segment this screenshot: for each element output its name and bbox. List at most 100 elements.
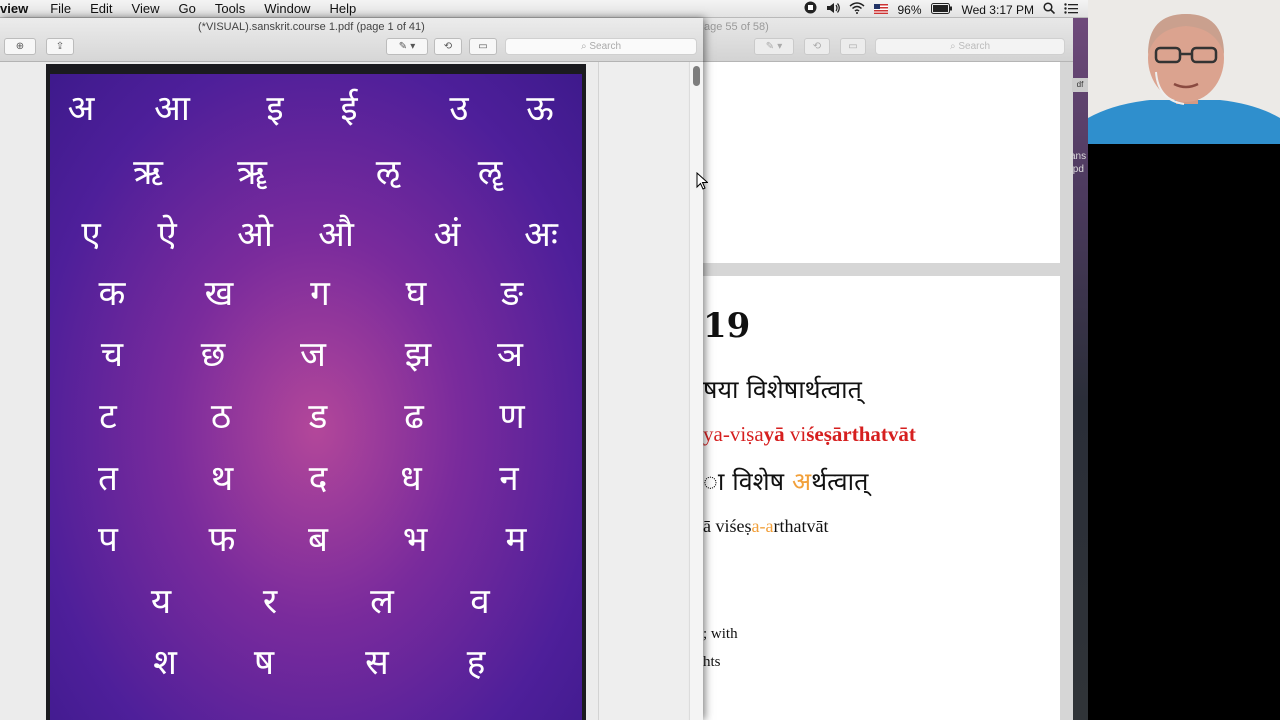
markup-button[interactable]: ✎ ▾: [754, 38, 794, 55]
desktop-file-name-1: ans: [1070, 151, 1087, 162]
battery-percent[interactable]: 96%: [897, 2, 921, 18]
devanagari-letter: ख: [204, 274, 234, 314]
rotate-button[interactable]: ⟲: [434, 38, 462, 55]
devanagari-letter: त: [98, 459, 118, 499]
devanagari-letter: ग: [310, 274, 330, 314]
zoom-in-icon: ⊕: [15, 41, 25, 52]
desktop-file-label[interactable]: df ans .pd: [1070, 78, 1088, 176]
sutra-devanagari: षया विशेषार्थत्वात्: [703, 375, 862, 404]
screen-record-icon[interactable]: [804, 1, 817, 18]
devanagari-letter: घ: [405, 274, 427, 314]
devanagari-letter: ट: [99, 397, 117, 437]
menu-app-name[interactable]: view: [0, 1, 28, 17]
devanagari-letter: श: [153, 643, 177, 683]
devanagari-letter: झ: [404, 335, 432, 375]
back-preview-window[interactable]: age 55 of 58) ✎ ▾ ⟲ ▭ ⌕ Search 19 षया वि…: [700, 18, 1073, 720]
translit-bold: śeṣārthatvāt: [806, 422, 916, 446]
devanagari-letter: ज: [300, 335, 326, 375]
toolbox-button[interactable]: ▭: [469, 38, 497, 55]
pdf-page-previous: [703, 62, 1060, 263]
devanagari-letter: अ: [67, 89, 95, 129]
document-view[interactable]: अ आ इ ई उ ऊ ऋ ॠ ऌ ॡ ए ऐ ओ औ अं अः क ख ग घ ङ च छ ज झ ञ ट ठ ड ढ ण त थ द ध न प फ…: [0, 62, 703, 720]
devanagari-letter: क: [98, 274, 126, 314]
zoom-in-button[interactable]: ⊕: [4, 38, 36, 55]
menu-window[interactable]: Window: [264, 1, 310, 17]
devanagari-letter: ए: [81, 215, 101, 255]
devanagari-letter: ओ: [237, 215, 273, 255]
front-search-field[interactable]: ⌕ Search: [505, 38, 697, 55]
rotate-icon: ⟲: [812, 41, 822, 52]
devanagari-letter: न: [499, 459, 519, 499]
devanagari-letter: प: [98, 520, 118, 560]
spotlight-search-icon[interactable]: [1043, 1, 1056, 18]
devanagari-letter: ढ: [404, 397, 424, 437]
devanagari-letter: ष: [253, 643, 275, 683]
menu-file[interactable]: File: [50, 1, 71, 17]
scrollbar-thumb[interactable]: [693, 66, 700, 86]
devanagari-letter: ऊ: [526, 89, 554, 129]
wifi-icon[interactable]: [849, 1, 865, 18]
split-translit-highlight: a-a: [751, 516, 774, 536]
devanagari-letter: ई: [340, 89, 358, 129]
devanagari-letter: थ: [210, 459, 234, 499]
front-search-placeholder: Search: [589, 41, 622, 52]
toolbox-button[interactable]: ▭: [840, 38, 866, 55]
devanagari-letter: भ: [402, 520, 428, 560]
battery-icon[interactable]: [930, 2, 953, 18]
back-search-field[interactable]: ⌕ Search: [875, 38, 1065, 55]
pen-icon: ✎ ▾: [398, 41, 416, 52]
menu-edit[interactable]: Edit: [90, 1, 112, 17]
menu-tools[interactable]: Tools: [215, 1, 245, 17]
webcam-black-area: [1088, 144, 1280, 720]
split-translit-part: rthatvāt: [773, 516, 829, 536]
mouse-cursor-icon: [696, 172, 708, 190]
pdf-file-icon[interactable]: df: [1072, 78, 1088, 92]
devanagari-letter: द: [308, 459, 328, 499]
markup-button[interactable]: ✎ ▾: [386, 38, 428, 55]
menu-bar: view File Edit View Go Tools Window Help…: [0, 0, 1088, 18]
volume-icon[interactable]: [826, 2, 841, 18]
translit-part: vi: [784, 422, 807, 446]
vertical-scrollbar[interactable]: [689, 62, 703, 720]
notification-center-icon[interactable]: [1064, 2, 1078, 18]
menu-help[interactable]: Help: [329, 1, 356, 17]
split-part: र्थत्वात्: [811, 467, 869, 496]
devanagari-letter: र: [262, 582, 278, 622]
devanagari-letter: उ: [449, 89, 469, 129]
devanagari-letter: व: [470, 582, 490, 622]
sutra-transliteration: ya-viṣayā viśeṣārthatvāt: [703, 422, 916, 447]
rotate-button[interactable]: ⟲: [804, 38, 830, 55]
toolbox-icon: ▭: [478, 41, 488, 52]
back-window-toolbar: age 55 of 58) ✎ ▾ ⟲ ▭ ⌕ Search: [700, 18, 1073, 62]
devanagari-letter: फ: [208, 520, 236, 560]
us-flag-icon[interactable]: [874, 2, 889, 18]
devanagari-letter: य: [150, 582, 172, 622]
sutra-number: 19: [703, 306, 751, 346]
webcam-overlay: [1088, 0, 1280, 144]
split-highlight: अ: [792, 467, 812, 496]
presenter-video-icon: [1088, 0, 1280, 144]
front-window-title: (*VISUAL).sanskrit.course 1.pdf (page 1 …: [198, 21, 425, 33]
back-search-placeholder: Search: [958, 41, 991, 52]
devanagari-letter: ब: [308, 520, 328, 560]
devanagari-letter: च: [100, 335, 124, 375]
rotate-icon: ⟲: [443, 41, 453, 52]
devanagari-letter: औ: [318, 215, 354, 255]
translit-bold: yā: [763, 422, 785, 446]
devanagari-letter: ऐ: [157, 215, 177, 255]
front-window-toolbar: (*VISUAL).sanskrit.course 1.pdf (page 1 …: [0, 18, 703, 62]
menu-go[interactable]: Go: [179, 1, 196, 17]
toolbox-icon: ▭: [848, 41, 858, 52]
body-text-line: ; with: [703, 626, 738, 642]
devanagari-letter: अः: [524, 215, 558, 255]
front-preview-window[interactable]: (*VISUAL).sanskrit.course 1.pdf (page 1 …: [0, 18, 708, 720]
share-button[interactable]: ⇪: [46, 38, 74, 55]
desktop-file-name-2: .pd: [1070, 164, 1084, 175]
devanagari-letter: ह: [466, 643, 486, 683]
body-text-line: hts: [703, 654, 721, 670]
menu-view[interactable]: View: [132, 1, 160, 17]
menubar-clock[interactable]: Wed 3:17 PM: [962, 2, 1034, 18]
split-translit-part: ā viśeṣ: [703, 516, 752, 536]
devanagari-letter: ङ: [500, 274, 524, 314]
devanagari-letter: ठ: [210, 397, 232, 437]
